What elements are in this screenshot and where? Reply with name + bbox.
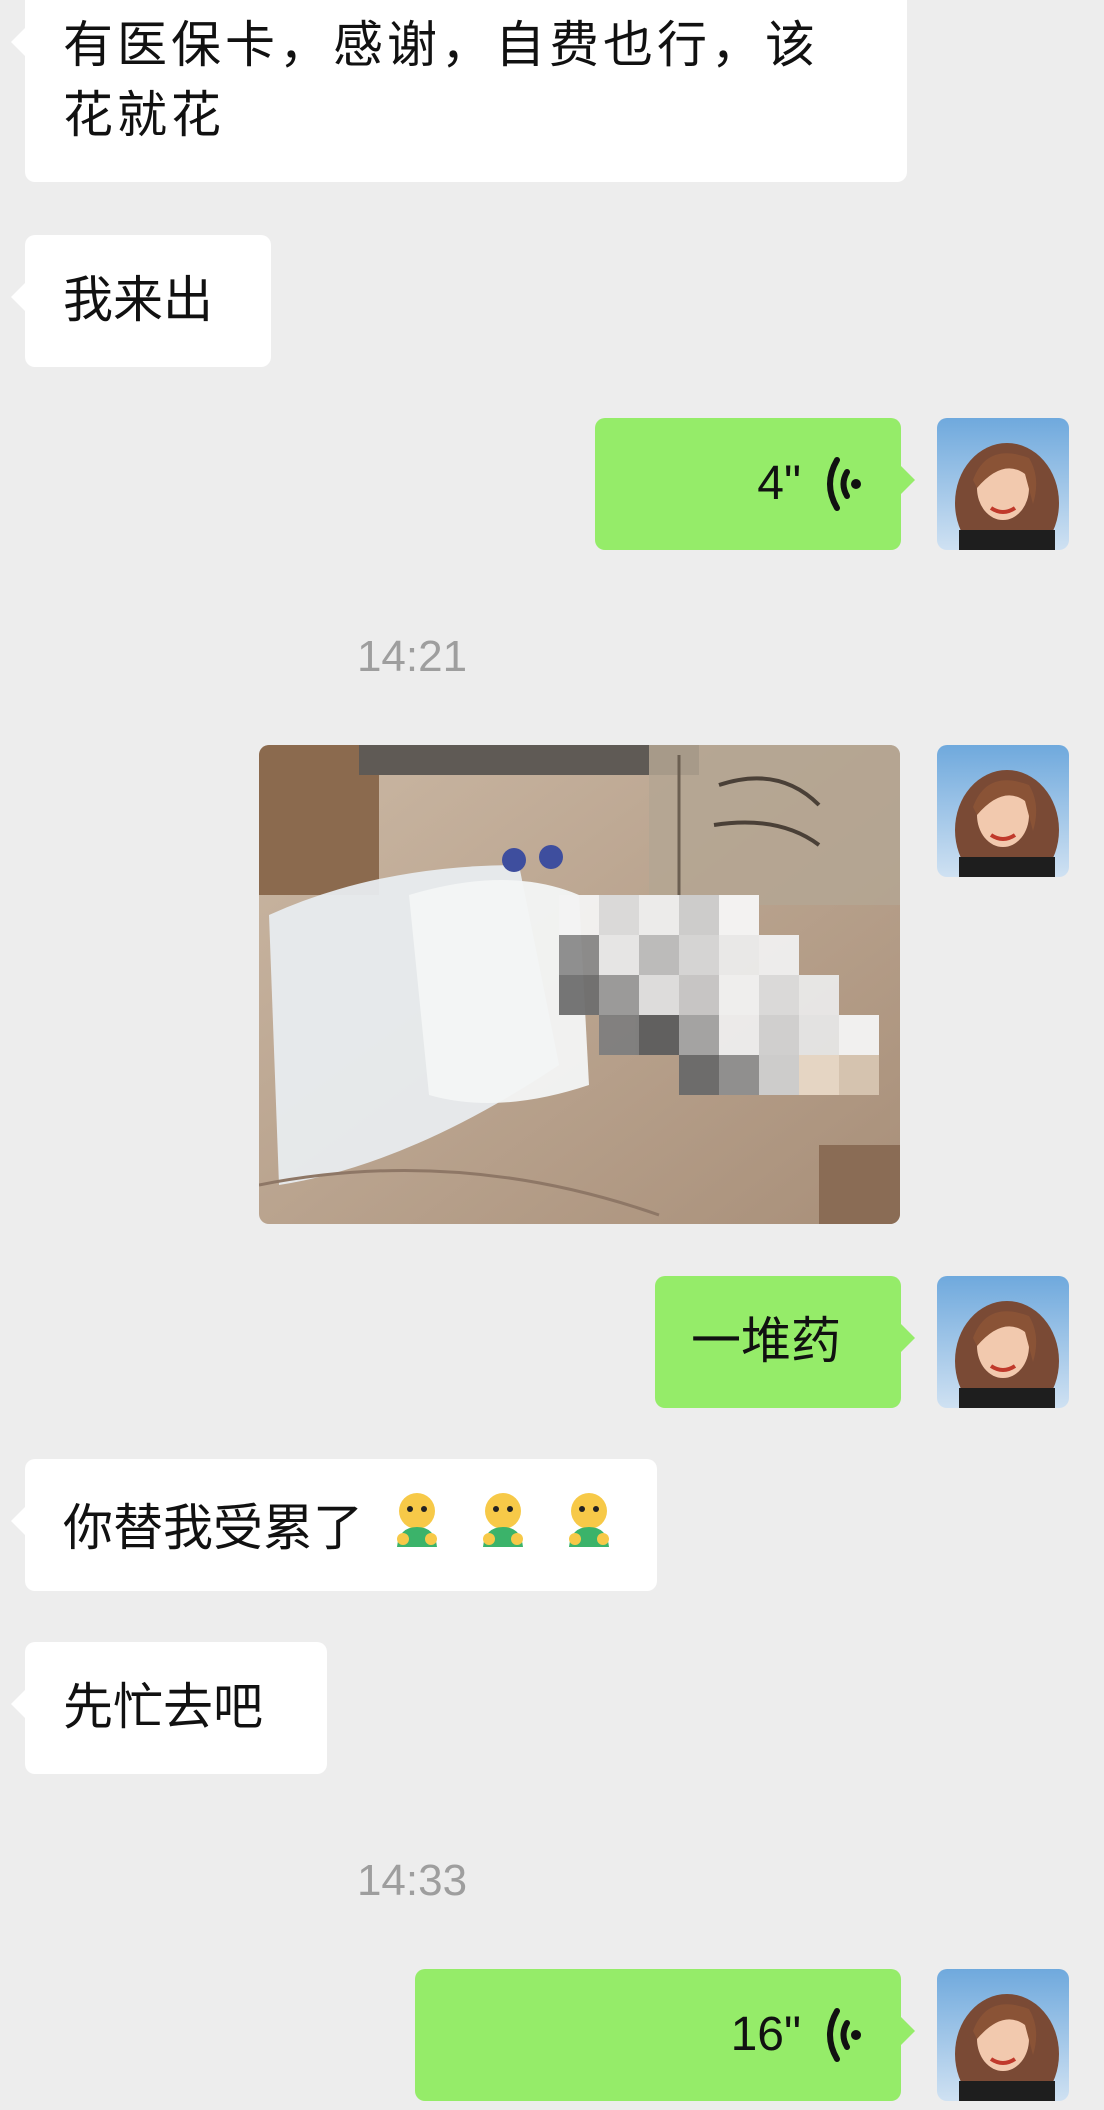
message-text: 先忙去吧 [63,1678,263,1736]
message-bubble-outgoing[interactable]: 一堆药 [655,1276,915,1408]
voice-row: 4" [757,418,861,550]
avatar[interactable] [937,1969,1069,2101]
message-text: 我来出 [63,271,213,329]
avatar-image [937,1276,1069,1408]
bowing-person-emoji [396,1493,437,1547]
voice-wave-icon [827,2008,861,2062]
message-text: 你替我受累了 [63,1499,363,1557]
voice-duration: 16" [730,2008,801,2061]
voice-duration: 4" [757,457,801,510]
voice-row: 16" [731,1969,861,2101]
message-text: 一堆药 [691,1312,841,1370]
avatar[interactable] [937,1276,1069,1408]
avatar-image [937,1969,1069,2101]
message-bubble-incoming[interactable]: 你替我受累了 [11,1459,657,1591]
message-bubble-incoming[interactable]: 我来出 [11,235,271,367]
timestamp: 14:33 [356,1856,468,1905]
message-text: 有医保卡，感谢，自费也行，该花就花 [63,16,819,144]
avatar[interactable] [937,745,1069,877]
image-message[interactable] [259,745,900,1224]
avatar[interactable] [937,418,1069,550]
avatar-image [937,745,1069,877]
photo-medicine [259,745,900,1224]
bowing-person-emoji [568,1493,609,1547]
message-bubble-incoming[interactable]: 有医保卡，感谢，自费也行，该花就花 [11,0,907,182]
voice-wave-icon [827,457,861,511]
bowing-person-emoji [482,1493,523,1547]
message-bubble-incoming[interactable]: 先忙去吧 [11,1642,327,1774]
voice-message-bubble[interactable]: 4" [595,418,915,550]
voice-message-bubble[interactable]: 16" [415,1969,915,2101]
avatar-image [937,418,1069,550]
timestamp: 14:21 [356,632,468,681]
